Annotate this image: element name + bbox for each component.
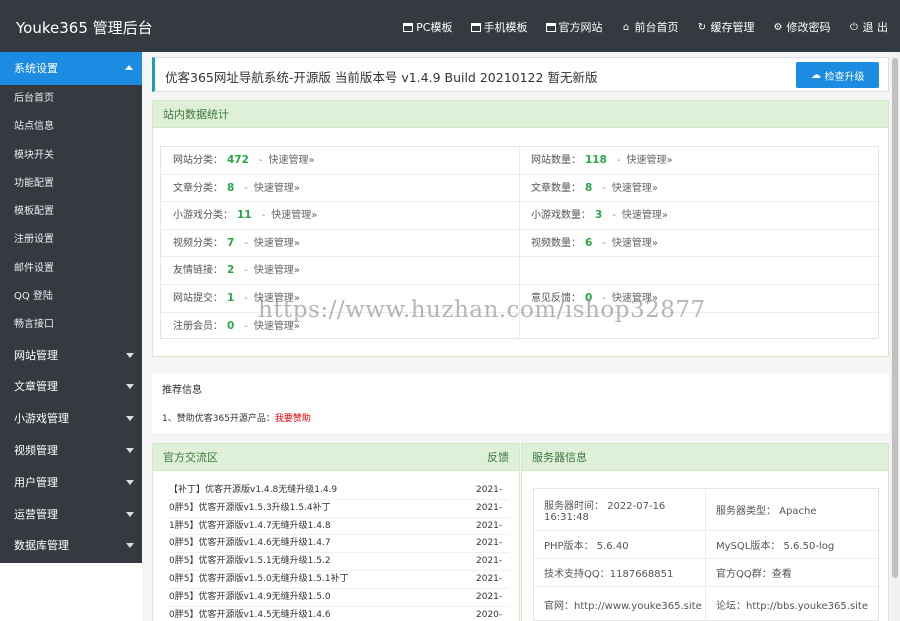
sidebar-item-module-switch[interactable]: 模块开关 (0, 142, 142, 170)
quick-manage-link[interactable]: 快速管理» (622, 210, 668, 221)
quick-manage-link[interactable]: 快速管理» (271, 210, 317, 221)
table-row: 视频分类： 7- 快速管理» 视频数量： 6- 快速管理» (161, 229, 878, 258)
top-navbar: Youke365 管理后台 PC模板 手机模板 官方网站 ⌂ 前台首页 ↻ 缓存管理… (0, 0, 900, 52)
nav-pc-template[interactable]: PC模板 (403, 19, 453, 35)
sidebar-group-operation[interactable]: 运营管理 (0, 498, 142, 531)
stat-value: 1 (227, 292, 235, 304)
table-row: 官网：http://www.youke365.site 论坛：http://bb… (534, 587, 878, 621)
stat-value: 118 (585, 154, 607, 166)
nav-cache[interactable]: ↻ 缓存管理 (697, 19, 755, 35)
window-icon (470, 22, 481, 32)
sidebar-group-game[interactable]: 小游戏管理 (0, 403, 142, 436)
exchange-panel-header: 官方交流区 反馈 (153, 444, 519, 471)
chevron-down-icon (126, 479, 134, 485)
stat-value: 472 (227, 154, 249, 166)
cloud-upload-icon: ☁ (811, 69, 821, 81)
refresh-icon: ↻ (697, 21, 707, 33)
quick-manage-link[interactable]: 快速管理» (612, 238, 658, 249)
sponsor-link[interactable]: 我要赞助 (275, 414, 311, 424)
list-item[interactable]: 0胖5】优客开源版v1.5.0无缝升级1.5.1补丁 2021- (169, 571, 509, 589)
list-item[interactable]: 0胖5】优客开源版v1.5.1无缝升级1.5.2 2021- (169, 553, 509, 571)
chevron-down-icon (126, 511, 134, 517)
chevron-down-icon (126, 543, 134, 549)
scrollbar[interactable] (890, 52, 900, 621)
nav-official-site[interactable]: 官方网站 (545, 19, 603, 35)
sidebar-item-template-config[interactable]: 模板配置 (0, 198, 142, 226)
version-header: 优客365网址导航系统-开源版 当前版本号 v1.4.9 Build 20210… (152, 57, 889, 92)
nav-change-password[interactable]: ⚙ 修改密码 (773, 19, 831, 35)
sidebar-item-register-settings[interactable]: 注册设置 (0, 226, 142, 254)
sidebar-item-mail-settings[interactable]: 邮件设置 (0, 255, 142, 283)
quick-manage-link[interactable]: 快速管理» (627, 155, 673, 166)
power-icon: ⏻ (850, 21, 858, 33)
chevron-down-icon (126, 416, 134, 422)
exchange-title: 官方交流区 (163, 451, 218, 464)
stat-value: 0 (227, 319, 235, 332)
list-item[interactable]: 【补丁】优客开源版v1.4.8无缝升级1.4.9 2021- (169, 482, 509, 500)
recommend-title: 推荐信息 (162, 385, 202, 396)
sidebar-group-system[interactable]: 系统设置 (0, 52, 142, 85)
chevron-down-icon (126, 352, 134, 358)
stats-panel-title: 站内数据统计 (153, 101, 888, 128)
list-item[interactable]: 0胖5】优客开源版v1.4.5无缝升级1.4.6 2020- (169, 607, 509, 621)
nav-logout[interactable]: ⏻ 退 出 (849, 19, 888, 35)
stat-value: 7 (227, 236, 235, 249)
sidebar-group-database[interactable]: 数据库管理 (0, 530, 142, 563)
stat-value: 11 (237, 209, 252, 222)
home-icon: ⌂ (622, 21, 630, 33)
stat-value: 8 (585, 181, 593, 194)
version-text: 优客365网址导航系统-开源版 当前版本号 v1.4.9 Build 20210… (165, 70, 598, 85)
scrollbar-thumb[interactable] (892, 58, 898, 578)
sidebar-item-qq-login[interactable]: QQ 登陆 (0, 283, 142, 311)
quick-manage-link[interactable]: 快速管理» (612, 183, 658, 194)
stat-value: 6 (585, 236, 593, 249)
table-row: 文章分类： 8- 快速管理» 文章数量： 8- 快速管理» (161, 174, 878, 203)
list-item[interactable]: 0胖5】优客开源版v1.4.6无缝升级1.4.7 2021- (169, 535, 509, 554)
server-info-table: 服务器时间： 2022-07-16 16:31:48 服务器类型： Apache… (533, 488, 879, 621)
table-row: 技术支持QQ：1187668851 官方QQ群：查看 (534, 559, 878, 587)
table-row: 服务器时间： 2022-07-16 16:31:48 服务器类型： Apache (534, 489, 878, 531)
sidebar-item-changyan[interactable]: 畅言接口 (0, 311, 142, 339)
nav-front-home[interactable]: ⌂ 前台首页 (621, 19, 679, 35)
table-row: 小游戏分类： 11- 快速管理» 小游戏数量： 3- 快速管理» (161, 202, 878, 230)
quick-manage-link[interactable]: 快速管理» (254, 183, 300, 194)
stat-value: 3 (595, 209, 603, 222)
window-icon (545, 22, 556, 32)
server-panel-title: 服务器信息 (522, 444, 888, 471)
top-nav: PC模板 手机模板 官方网站 ⌂ 前台首页 ↻ 缓存管理 ⚙ 修改密码 ⏻ 退 出 (403, 19, 888, 35)
recommend-section: 推荐信息 1、赞助优客365开源产品：我要赞助 (152, 373, 889, 433)
stat-value: 8 (227, 181, 235, 194)
table-row: PHP版本： 5.6.40 MySQL版本： 5.6.50-log (534, 531, 878, 559)
feedback-link[interactable]: 反馈 (487, 444, 509, 471)
recommend-line: 1、赞助优客365开源产品：我要赞助 (162, 414, 311, 424)
sidebar: 系统设置 后台首页 站点信息 模块开关 功能配置 模板配置 注册设置 邮件设置 … (0, 52, 142, 563)
nav-mobile-template[interactable]: 手机模板 (470, 19, 528, 35)
chevron-down-icon (126, 384, 134, 390)
gear-icon: ⚙ (773, 21, 783, 33)
stat-value: 2 (227, 264, 235, 277)
table-row: 友情链接： 2- 快速管理» (161, 257, 878, 285)
quick-manage-link[interactable]: 快速管理» (269, 155, 315, 166)
table-row: 网站分类： 472- 快速管理» 网站数量： 118- 快速管理» (161, 147, 878, 175)
sidebar-group-article[interactable]: 文章管理 (0, 371, 142, 404)
brand-title: Youke365 管理后台 (16, 19, 153, 37)
sidebar-group-user[interactable]: 用户管理 (0, 466, 142, 499)
list-item[interactable]: 0胖5】优客开源版v1.4.9无缝升级1.5.0 2021- (169, 589, 509, 607)
sidebar-item-function-config[interactable]: 功能配置 (0, 170, 142, 198)
sidebar-item-home[interactable]: 后台首页 (0, 85, 142, 113)
check-upgrade-button[interactable]: ☁ 检查升级 (796, 62, 879, 88)
chevron-up-icon (125, 65, 133, 70)
quick-manage-link[interactable]: 快速管理» (254, 265, 300, 276)
sidebar-group-video[interactable]: 视频管理 (0, 435, 142, 467)
list-item[interactable]: 1胖5】优客开源版v1.4.7无缝升级1.4.8 2021- (169, 518, 509, 536)
window-icon (403, 22, 414, 32)
exchange-panel: 官方交流区 反馈 【补丁】优客开源版v1.4.8无缝升级1.4.9 2021- 0… (152, 443, 520, 621)
watermark: https://www.huzhan.com/ishop32877 (258, 297, 706, 323)
sidebar-group-website[interactable]: 网站管理 (0, 339, 142, 372)
chevron-down-icon (126, 448, 134, 454)
list-item[interactable]: 0胖5】优客开源版v1.5.3升级1.5.4补丁 2021- (169, 500, 509, 518)
sidebar-item-site-info[interactable]: 站点信息 (0, 113, 142, 141)
quick-manage-link[interactable]: 快速管理» (254, 238, 300, 249)
